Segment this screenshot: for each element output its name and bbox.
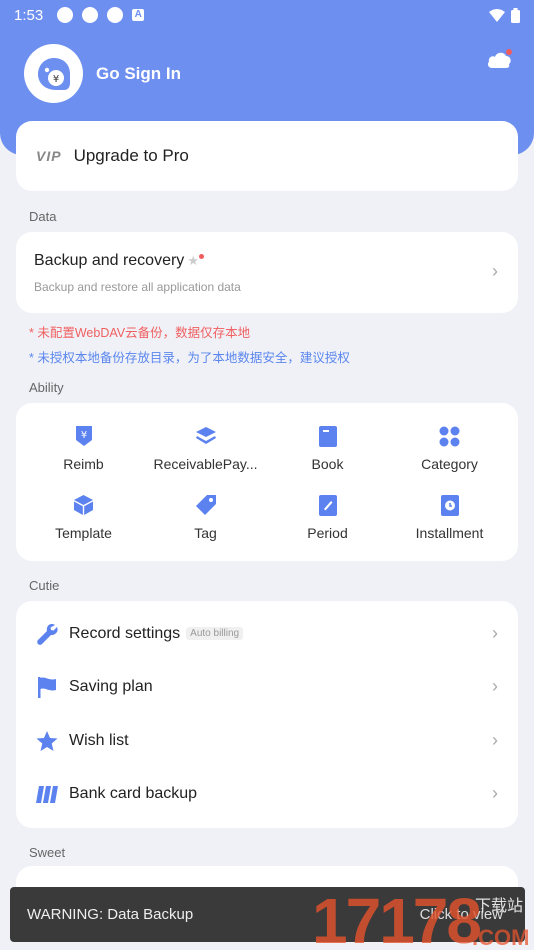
snackbar-action-button[interactable]: Click to view <box>420 906 503 923</box>
chevron-right-icon: › <box>492 261 498 281</box>
vip-badge: VIP <box>36 148 62 164</box>
section-title-data: Data <box>29 209 57 224</box>
status-time: 1:53 <box>14 6 44 24</box>
wish-list-label: Wish list <box>69 732 129 749</box>
ability-label: Installment <box>415 525 484 541</box>
section-title-sweet: Sweet <box>29 845 66 860</box>
wifi-icon <box>489 8 505 22</box>
ability-item-tag[interactable]: Tag <box>143 494 268 541</box>
ability-label: Tag <box>194 525 217 541</box>
backup-recovery-item[interactable]: Backup and recovery ★ Backup and restore … <box>16 232 518 313</box>
ability-grid: ¥ Reimb ReceivablePay... Book Category T… <box>16 403 518 561</box>
layers-icon <box>195 427 216 444</box>
svg-text:¥: ¥ <box>52 74 58 85</box>
ability-label: Template <box>55 525 112 541</box>
notification-icon <box>107 7 124 23</box>
section-title-ability: Ability <box>29 380 64 395</box>
saving-plan-item[interactable]: Saving plan › <box>16 654 518 707</box>
clock-icon <box>440 494 459 516</box>
ability-item-installment[interactable]: Installment <box>387 494 512 541</box>
webdav-warning[interactable]: * 未配置WebDAV云备份，数据仅存本地 <box>29 322 250 341</box>
status-bar: 1:53 A <box>14 6 520 24</box>
flag-icon <box>38 676 56 698</box>
bird-logo-icon: ¥ <box>37 57 70 90</box>
chevron-right-icon: › <box>492 730 498 750</box>
ability-item-period[interactable]: Period <box>265 494 390 541</box>
local-backup-warning[interactable]: * 未授权本地备份存放目录，为了本地数据安全，建议授权 <box>29 347 350 366</box>
record-settings-item[interactable]: Record settings Auto billing › <box>16 601 518 654</box>
ability-item-template[interactable]: Template <box>21 494 146 541</box>
warning-snackbar: WARNING: Data Backup Click to view <box>10 887 525 942</box>
chevron-right-icon: › <box>492 783 498 803</box>
cloud-icon <box>488 49 512 68</box>
period-icon <box>318 494 337 516</box>
ability-label: Reimb <box>63 456 104 472</box>
reimb-icon: ¥ <box>75 426 92 446</box>
record-settings-label: Record settings <box>69 625 181 642</box>
svg-text:¥: ¥ <box>80 430 86 441</box>
bank-card-backup-label: Bank card backup <box>69 785 198 802</box>
ability-item-receivable[interactable]: ReceivablePay... <box>143 425 268 472</box>
avatar[interactable]: ¥ <box>24 44 83 103</box>
saving-plan-label: Saving plan <box>69 678 153 695</box>
cloud-sync-button[interactable] <box>486 48 514 75</box>
bank-card-backup-item[interactable]: Bank card backup › <box>16 761 518 814</box>
cutie-list: Record settings Auto billing › Saving pla… <box>16 601 518 828</box>
a-icon: A <box>132 9 145 21</box>
battery-icon <box>511 7 520 23</box>
auto-billing-tag: Auto billing <box>186 627 244 641</box>
backup-title: Backup and recovery <box>34 252 185 269</box>
upgrade-pro-card[interactable]: VIP Upgrade to Pro <box>16 121 518 191</box>
wrench-icon <box>37 624 58 645</box>
star-icon <box>36 730 58 751</box>
snackbar-message: WARNING: Data Backup <box>27 906 194 923</box>
chevron-right-icon: › <box>492 676 498 696</box>
backup-subtitle: Backup and restore all application data <box>34 280 241 294</box>
ability-label: Category <box>421 456 478 472</box>
ability-item-book[interactable]: Book <box>265 425 390 472</box>
sign-in-link[interactable]: Go Sign In <box>96 64 181 84</box>
ability-item-reimb[interactable]: ¥ Reimb <box>21 425 146 472</box>
cube-icon <box>74 495 93 515</box>
ability-label: Book <box>311 456 344 472</box>
notification-icon <box>57 7 74 23</box>
book-icon <box>318 425 337 447</box>
notification-icon <box>82 7 99 23</box>
section-title-cutie: Cutie <box>29 578 60 593</box>
ability-label: Period <box>307 525 348 541</box>
ability-label: ReceivablePay... <box>153 456 258 472</box>
star-icon: ★ <box>187 253 199 268</box>
chevron-right-icon: › <box>492 623 498 643</box>
card-icon <box>36 785 58 803</box>
wish-list-item[interactable]: Wish list › <box>16 708 518 761</box>
tag-icon <box>195 495 216 515</box>
red-dot-badge <box>198 254 204 259</box>
upgrade-pro-label: Upgrade to Pro <box>73 146 189 165</box>
ability-item-category[interactable]: Category <box>387 425 512 472</box>
category-icon <box>439 426 460 446</box>
